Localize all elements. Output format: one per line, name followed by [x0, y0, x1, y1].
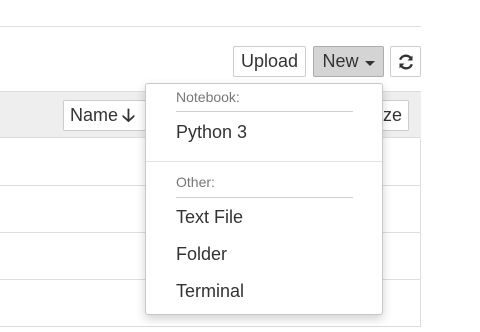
top-divider: [0, 26, 421, 27]
new-button-label: New: [322, 51, 359, 71]
menu-item-python-3[interactable]: Python 3: [176, 122, 247, 143]
refresh-button[interactable]: [390, 46, 421, 77]
notebook-section-header: Notebook:: [176, 89, 240, 105]
arrow-down-icon: 🡣: [122, 105, 135, 125]
notebook-section-rule: [176, 111, 353, 112]
sort-size-label: ze: [382, 105, 402, 125]
refresh-icon: [398, 53, 413, 70]
other-section-rule: [176, 197, 353, 198]
menu-item-terminal[interactable]: Terminal: [176, 281, 244, 302]
upload-button-label: Upload: [240, 51, 299, 71]
menu-divider: [146, 161, 382, 162]
sort-by-name-button[interactable]: Name 🡣: [63, 100, 146, 131]
caret-down-icon: [364, 60, 375, 66]
menu-item-text-file[interactable]: Text File: [176, 207, 243, 228]
sort-name-label: Name: [70, 105, 119, 125]
upload-button[interactable]: Upload: [233, 46, 306, 77]
other-section-header: Other:: [176, 174, 215, 190]
menu-item-folder[interactable]: Folder: [176, 244, 227, 265]
new-dropdown-menu: Notebook: Python 3 Other: Text File Fold…: [145, 83, 383, 315]
new-button[interactable]: New: [313, 46, 384, 77]
file-browser: Upload New Name 🡣 ze Notebook: Python 3 O…: [0, 0, 480, 332]
